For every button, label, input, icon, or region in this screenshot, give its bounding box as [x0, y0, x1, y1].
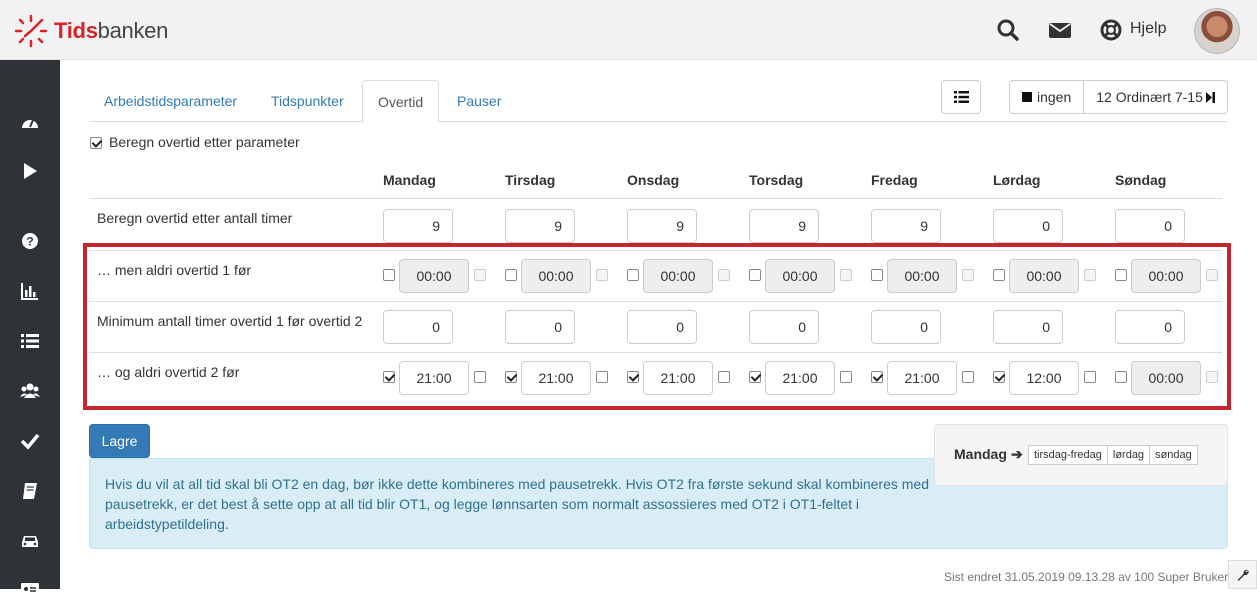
day-header-fredag: Fredag [871, 172, 918, 188]
hours-input-torsdag[interactable]: 9 [749, 209, 819, 243]
divider [89, 198, 1222, 199]
copy-sondag-button[interactable]: søndag [1150, 445, 1198, 465]
mail-icon[interactable] [1048, 18, 1072, 42]
calc-param-checkbox[interactable] [90, 137, 102, 149]
day-header-sondag: Søndag [1115, 172, 1167, 188]
day-header-lordag: Lørdag [993, 172, 1041, 188]
logo-suffix: banken [97, 18, 169, 43]
schedule-button[interactable]: 12 Ordinært 7-15 [1084, 80, 1228, 114]
tab-tidspunkter[interactable]: Tidspunkter [256, 80, 359, 122]
hours-input-lordag[interactable]: 0 [993, 209, 1063, 243]
help-link[interactable]: Hjelp [1130, 20, 1166, 38]
calc-param-label: Beregn overtid etter parameter [109, 134, 300, 150]
users-icon[interactable] [20, 381, 40, 401]
day-header-tirsdag: Tirsdag [505, 172, 556, 188]
hours-input-onsdag[interactable]: 9 [627, 209, 697, 243]
bar-chart-icon[interactable] [20, 281, 40, 301]
wrench-icon [1237, 569, 1249, 581]
schedule-button-group: ingen 12 Ordinært 7-15 [1009, 80, 1228, 114]
copy-from-label: Mandag [954, 446, 1007, 462]
logo-icon [14, 14, 48, 48]
car-icon[interactable] [20, 531, 40, 551]
list-icon[interactable] [20, 331, 40, 351]
avatar[interactable] [1194, 8, 1240, 54]
schedule-label: 12 Ordinært 7-15 [1096, 89, 1203, 105]
ingen-button[interactable]: ingen [1009, 80, 1085, 114]
search-icon[interactable] [996, 18, 1020, 42]
tab-pauser[interactable]: Pauser [442, 80, 516, 122]
hours-input-fredag[interactable]: 9 [871, 209, 941, 243]
hours-input-sondag[interactable]: 0 [1115, 209, 1185, 243]
logo-prefix: Tids [54, 18, 98, 43]
svg-text:?: ? [26, 235, 33, 249]
dashboard-icon[interactable] [20, 113, 40, 133]
tab-overtid[interactable]: Overtid [362, 80, 440, 123]
id-card-icon[interactable] [20, 579, 40, 599]
hours-input-mandag[interactable]: 9 [383, 209, 453, 243]
copy-lordag-button[interactable]: lørdag [1107, 445, 1151, 465]
question-icon[interactable]: ? [20, 231, 40, 251]
copy-day-panel: Mandag ➔ tirsdag-fredag lørdag søndag [934, 424, 1228, 486]
lifebuoy-icon[interactable] [1099, 18, 1123, 42]
save-button[interactable]: Lagre [89, 424, 150, 458]
logo[interactable]: Tidsbanken [14, 14, 168, 48]
last-modified-text: Sist endret 31.05.2019 09.13.28 av 100 S… [944, 570, 1229, 584]
settings-button[interactable] [1228, 560, 1257, 589]
stop-icon [1022, 92, 1032, 102]
list-view-button[interactable] [941, 80, 981, 114]
sidebar: ? [0, 60, 60, 596]
top-bar: Tidsbanken Hjelp [0, 0, 1257, 60]
hours-input-tirsdag[interactable]: 9 [505, 209, 575, 243]
ingen-label: ingen [1037, 89, 1072, 105]
step-forward-icon [1205, 91, 1215, 103]
copy-tirsdag-fredag-button[interactable]: tirsdag-fredag [1028, 445, 1108, 465]
list-icon [954, 91, 969, 103]
hours-row-label: Beregn overtid etter antall timer [97, 210, 293, 226]
info-text: Hvis du vil at all tid skal bli OT2 en d… [105, 476, 929, 532]
book-icon[interactable] [20, 481, 40, 501]
copy-target-group: tirsdag-fredag lørdag søndag [1028, 445, 1198, 465]
check-icon[interactable] [20, 431, 40, 451]
play-icon[interactable] [20, 161, 40, 181]
highlight-box [83, 243, 1231, 410]
day-header-torsdag: Torsdag [749, 172, 804, 188]
tab-arbeidstidsparameter[interactable]: Arbeidstidsparameter [89, 80, 252, 122]
arrow-right-icon: ➔ [1011, 446, 1023, 462]
day-header-onsdag: Onsdag [627, 172, 680, 188]
day-header-mandag: Mandag [383, 172, 436, 188]
